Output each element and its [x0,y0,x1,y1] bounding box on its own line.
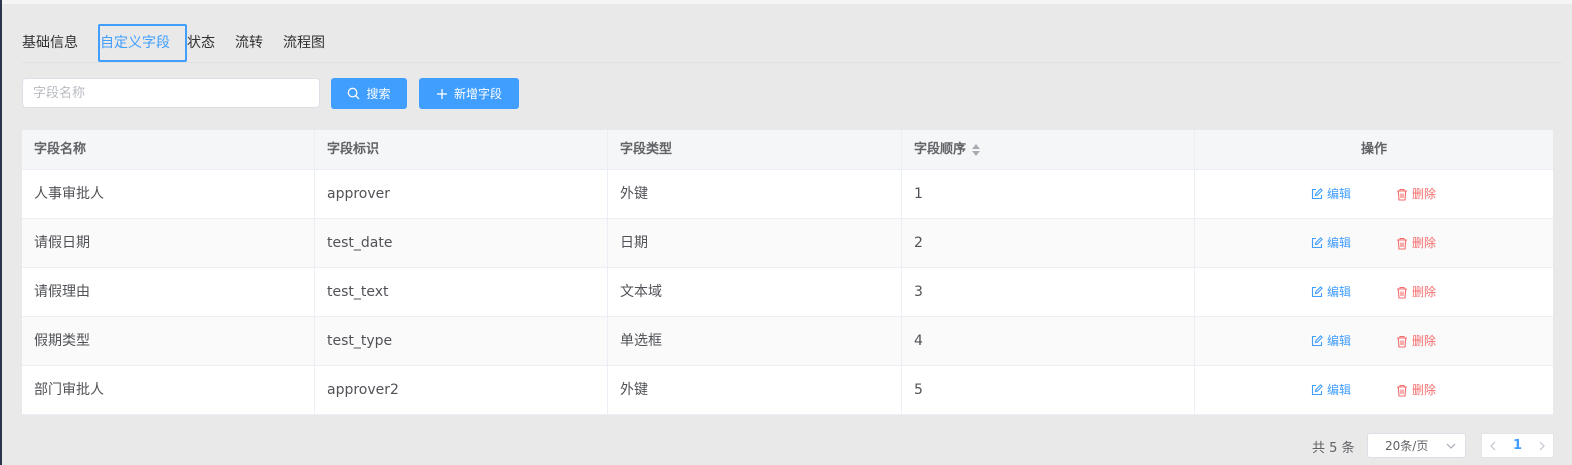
edit-label: 编辑 [1327,236,1352,250]
add-field-button[interactable]: 新增字段 [419,78,519,109]
delete-label: 删除 [1412,236,1437,250]
cell-field-name: 部门审批人 [22,366,315,414]
sort-icon[interactable] [972,143,981,156]
cell-field-type: 外键 [608,170,902,218]
table-header: 字段名称 字段标识 字段类型 字段顺序 操作 [22,130,1553,170]
pagination-total: 共 5 条 [1312,441,1355,456]
edit-button[interactable]: 编辑 [1311,268,1351,316]
edit-icon [1311,335,1323,347]
trash-icon [1397,237,1407,250]
cell-actions: 编辑 删除 [1195,170,1553,218]
trash-icon [1397,286,1407,299]
tab-transition[interactable]: 流转 [235,24,263,62]
edit-label: 编辑 [1327,285,1352,299]
fields-table: 字段名称 字段标识 字段类型 字段顺序 操作 人事审批人 approver 外键… [22,130,1553,415]
page-size-select[interactable]: 20条/页 [1367,433,1466,458]
cell-field-order: 3 [902,268,1195,316]
table-body: 人事审批人 approver 外键 1 编辑 删除 请假日期 test_date… [22,170,1553,415]
cell-field-key: approver2 [315,366,608,414]
tab-divider [22,62,1562,63]
field-name-search-field[interactable] [22,78,320,108]
trash-icon [1397,384,1407,397]
cell-field-name: 人事审批人 [22,170,315,218]
tab-custom-fields[interactable]: 自定义字段 [98,24,187,62]
tab-flowchart[interactable]: 流程图 [283,24,325,62]
chevron-down-icon [1446,443,1456,449]
header-actions: 操作 [1360,142,1387,157]
table-row: 请假理由 test_text 文本域 3 编辑 删除 [22,268,1553,317]
edit-button[interactable]: 编辑 [1311,219,1351,267]
edit-button[interactable]: 编辑 [1311,366,1351,414]
cell-field-type: 日期 [608,219,902,267]
delete-button[interactable]: 删除 [1396,219,1436,267]
next-page-button[interactable] [1531,441,1553,451]
delete-button[interactable]: 删除 [1396,170,1436,218]
cell-field-key: test_type [315,317,608,365]
cell-field-key: test_date [315,219,608,267]
page-size-value: 20条/页 [1385,439,1429,453]
delete-button[interactable]: 删除 [1396,317,1436,365]
tab-status[interactable]: 状态 [187,24,215,62]
cell-field-key: test_text [315,268,608,316]
cell-field-order: 4 [902,317,1195,365]
cell-actions: 编辑 删除 [1195,268,1553,316]
edit-icon [1311,237,1323,249]
cell-field-name: 假期类型 [22,317,315,365]
plus-icon [436,88,447,99]
field-name-input[interactable] [23,79,313,107]
tab-bar: 基础信息 自定义字段 状态 流转 流程图 [22,24,1562,64]
table-row: 人事审批人 approver 外键 1 编辑 删除 [22,170,1553,219]
edit-label: 编辑 [1327,383,1352,397]
cell-field-key: approver [315,170,608,218]
cell-field-type: 文本域 [608,268,902,316]
header-field-name: 字段名称 [22,130,315,169]
delete-button[interactable]: 删除 [1396,268,1436,316]
trash-icon [1397,335,1407,348]
trash-icon [1397,188,1407,201]
delete-label: 删除 [1412,383,1437,397]
table-row: 部门审批人 approver2 外键 5 编辑 删除 [22,366,1553,415]
window-left-edge [0,0,2,465]
cell-field-type: 外键 [608,366,902,414]
cell-field-order: 5 [902,366,1195,414]
header-field-order[interactable]: 字段顺序 [902,130,1195,169]
cell-field-order: 2 [902,219,1195,267]
chevron-right-icon [1539,441,1545,450]
header-field-type: 字段类型 [608,130,902,169]
tab-basic-info[interactable]: 基础信息 [22,24,78,62]
cell-field-name: 请假理由 [22,268,315,316]
pager: 1 [1481,433,1554,458]
delete-label: 删除 [1412,285,1437,299]
cell-actions: 编辑 删除 [1195,219,1553,267]
cell-actions: 编辑 删除 [1195,366,1553,414]
search-icon [348,87,360,100]
delete-label: 删除 [1412,187,1437,201]
add-field-button-label: 新增字段 [453,87,502,101]
page-number-current[interactable]: 1 [1504,438,1531,453]
edit-label: 编辑 [1327,334,1352,348]
header-field-key: 字段标识 [315,130,608,169]
search-button[interactable]: 搜索 [331,78,407,109]
table-row: 请假日期 test_date 日期 2 编辑 删除 [22,219,1553,268]
table-row: 假期类型 test_type 单选框 4 编辑 删除 [22,317,1553,366]
chevron-left-icon [1490,441,1496,450]
edit-button[interactable]: 编辑 [1311,170,1351,218]
edit-icon [1311,384,1323,396]
delete-button[interactable]: 删除 [1396,366,1436,414]
search-button-label: 搜索 [366,87,391,101]
edit-button[interactable]: 编辑 [1311,317,1351,365]
top-bar [2,0,1572,4]
edit-icon [1311,286,1323,298]
cell-field-type: 单选框 [608,317,902,365]
edit-label: 编辑 [1327,187,1352,201]
delete-label: 删除 [1412,334,1437,348]
cell-actions: 编辑 删除 [1195,317,1553,365]
cell-field-name: 请假日期 [22,219,315,267]
header-field-order-label: 字段顺序 [914,142,967,157]
cell-field-order: 1 [902,170,1195,218]
prev-page-button[interactable] [1482,441,1504,451]
edit-icon [1311,188,1323,200]
